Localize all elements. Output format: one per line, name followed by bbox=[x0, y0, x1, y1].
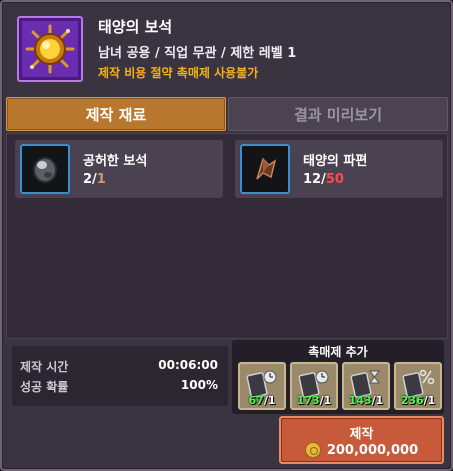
material-slot[interactable]: 공허한 보석 2/1 bbox=[15, 140, 223, 198]
catalyst-notice: 제작 비용 절약 촉매제 사용불가 bbox=[98, 66, 259, 80]
material-have: 2 bbox=[83, 172, 93, 187]
craft-time-row: 제작 시간 00:06:00 bbox=[20, 358, 218, 375]
material-count: 12/50 bbox=[303, 172, 344, 187]
success-rate-row: 성공 확률 100% bbox=[20, 378, 218, 395]
catalyst-count: 236/1 bbox=[400, 394, 436, 407]
material-slot[interactable]: 태양의 파편 12/50 bbox=[235, 140, 443, 198]
tab-result-preview[interactable]: 결과 미리보기 bbox=[228, 97, 448, 131]
material-count: 2/1 bbox=[83, 172, 106, 187]
craft-time-value: 00:06:00 bbox=[158, 358, 218, 372]
gem-icon bbox=[33, 157, 57, 183]
material-name: 공허한 보석 bbox=[83, 154, 148, 169]
catalyst-title: 촉매제 추가 bbox=[308, 345, 368, 359]
item-requirements: 남녀 공용 / 직업 무관 / 제한 레벨 1 bbox=[98, 46, 297, 61]
material-icon-frame bbox=[240, 144, 290, 194]
craft-button-label: 제작 bbox=[349, 427, 374, 442]
fragment-icon bbox=[256, 157, 277, 180]
catalyst-count: 173/1 bbox=[296, 394, 332, 407]
craft-info: 제작 시간 00:06:00 성공 확률 100% bbox=[12, 346, 228, 406]
tab-materials[interactable]: 제작 재료 bbox=[6, 97, 226, 131]
craft-button[interactable]: 제작 200,000,000 bbox=[279, 416, 444, 464]
catalyst-slot[interactable]: 67/1 bbox=[238, 362, 286, 410]
material-need: 50 bbox=[325, 172, 344, 187]
catalyst-count: 143/1 bbox=[348, 394, 384, 407]
craft-time-label: 제작 시간 bbox=[20, 360, 69, 374]
catalyst-slot[interactable]: 236/1 bbox=[394, 362, 442, 410]
catalyst-slot[interactable]: 173/1 bbox=[290, 362, 338, 410]
tab-bar: 제작 재료 결과 미리보기 bbox=[6, 97, 448, 131]
success-rate-value: 100% bbox=[180, 378, 218, 392]
material-icon-frame bbox=[20, 144, 70, 194]
craft-cost: 200,000,000 bbox=[281, 442, 442, 458]
item-icon-frame bbox=[17, 16, 83, 82]
material-have: 12 bbox=[303, 172, 322, 187]
sun-gem-icon bbox=[25, 24, 75, 74]
coin-icon bbox=[304, 442, 321, 458]
catalyst-panel: 촉매제 추가 67/1 173/1 143/1 236/1 bbox=[232, 340, 444, 414]
craft-cost-value: 200,000,000 bbox=[326, 442, 419, 458]
catalyst-slot[interactable]: 143/1 bbox=[342, 362, 390, 410]
materials-panel: 공허한 보석 2/1 태양의 파편 12/50 bbox=[6, 133, 448, 339]
item-name: 태양의 보석 bbox=[98, 18, 173, 36]
success-rate-label: 성공 확률 bbox=[20, 380, 69, 394]
crafting-window: 태양의 보석 남녀 공용 / 직업 무관 / 제한 레벨 1 제작 비용 절약 … bbox=[0, 0, 453, 471]
material-need: 1 bbox=[96, 172, 106, 187]
material-name: 태양의 파편 bbox=[303, 154, 368, 169]
catalyst-count: 67/1 bbox=[248, 394, 276, 407]
item-header: 태양의 보석 남녀 공용 / 직업 무관 / 제한 레벨 1 제작 비용 절약 … bbox=[12, 12, 441, 88]
